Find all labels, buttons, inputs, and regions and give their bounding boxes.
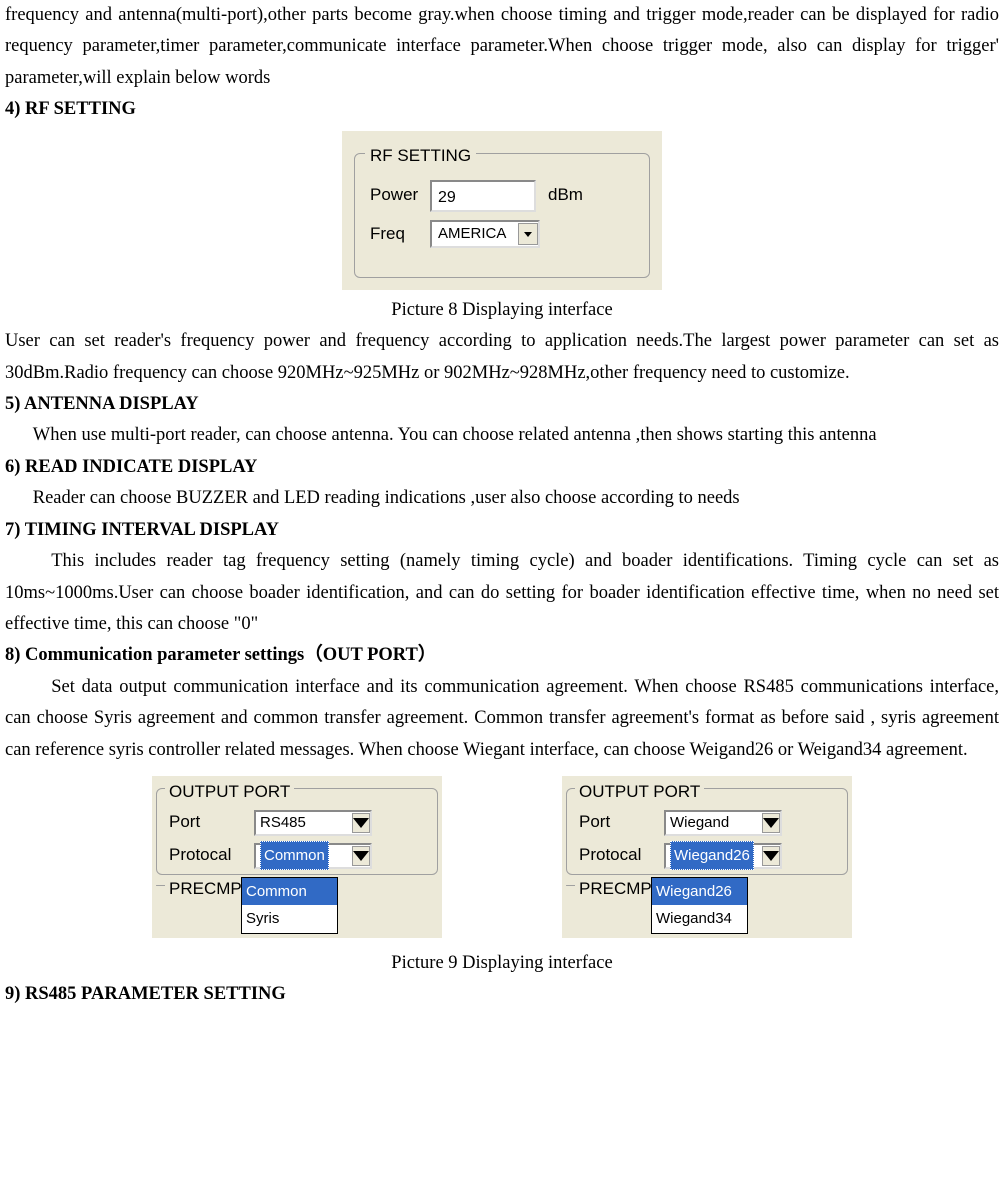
dropdown-arrow-icon[interactable] xyxy=(352,813,370,833)
port-value: Wiegand xyxy=(670,810,729,836)
read-indicate-body: Reader can choose BUZZER and LED reading… xyxy=(5,483,999,514)
groupbox-title: RF SETTING xyxy=(365,142,476,171)
protocol-combo[interactable]: Common xyxy=(254,843,372,869)
freq-combo[interactable]: AMERICA xyxy=(430,220,540,248)
figure-rf-setting: RF SETTING Power 29 dBm Freq AMERICA xyxy=(5,131,999,290)
protocol-dropdown-list[interactable]: Common Syris xyxy=(241,877,338,934)
dropdown-arrow-icon[interactable] xyxy=(762,846,780,866)
out-port-body: Set data output communication interface … xyxy=(5,672,999,766)
groupbox-output-port: OUTPUT PORT Port RS485 Protocal Common xyxy=(156,788,438,875)
port-label: Port xyxy=(579,808,664,837)
intro-text: frequency and antenna(multi-port),other … xyxy=(5,0,999,94)
protocol-value: Wiegand26 xyxy=(670,841,754,871)
precmp-label: PRECMP xyxy=(165,875,246,904)
dropdown-option[interactable]: Syris xyxy=(242,905,337,933)
figure-output-port-group: OUTPUT PORT Port RS485 Protocal Common P… xyxy=(5,776,999,938)
freq-label: Freq xyxy=(370,220,430,249)
antenna-display-body: When use multi-port reader, can choose a… xyxy=(5,420,999,451)
timing-interval-body: This includes reader tag frequency setti… xyxy=(5,546,999,640)
figure-8-caption: Picture 8 Displaying interface xyxy=(5,295,999,326)
precmp-label: PRECMP xyxy=(575,875,656,904)
port-combo[interactable]: RS485 xyxy=(254,810,372,836)
protocol-label: Protocal xyxy=(579,841,664,870)
port-label: Port xyxy=(169,808,254,837)
groupbox-output-port: OUTPUT PORT Port Wiegand Protocal Wiegan… xyxy=(566,788,848,875)
dropdown-option[interactable]: Wiegand34 xyxy=(652,905,747,933)
dropdown-arrow-icon[interactable] xyxy=(762,813,780,833)
figure-output-port-wiegand: OUTPUT PORT Port Wiegand Protocal Wiegan… xyxy=(562,776,852,938)
power-unit: dBm xyxy=(548,181,583,210)
groupbox-title: OUTPUT PORT xyxy=(165,778,294,807)
heading-rs485-parameter: 9) RS485 PARAMETER SETTING xyxy=(5,979,999,1010)
groupbox-precmp: PRECMP xyxy=(156,885,231,886)
protocol-combo[interactable]: Wiegand26 xyxy=(664,843,782,869)
dropdown-option[interactable]: Wiegand26 xyxy=(652,878,747,906)
groupbox-rf-setting: RF SETTING Power 29 dBm Freq AMERICA xyxy=(354,153,650,278)
figure-output-port-rs485: OUTPUT PORT Port RS485 Protocal Common P… xyxy=(152,776,442,938)
groupbox-title: OUTPUT PORT xyxy=(575,778,704,807)
heading-out-port: 8) Communication parameter settings（OUT … xyxy=(5,640,999,671)
port-combo[interactable]: Wiegand xyxy=(664,810,782,836)
heading-timing-interval: 7) TIMING INTERVAL DISPLAY xyxy=(5,515,999,546)
power-input[interactable]: 29 xyxy=(430,180,536,212)
groupbox-precmp: PRECMP xyxy=(566,885,641,886)
heading-read-indicate: 6) READ INDICATE DISPLAY xyxy=(5,452,999,483)
heading-rf-setting: 4) RF SETTING xyxy=(5,94,999,125)
freq-value: AMERICA xyxy=(438,221,506,247)
heading-antenna-display: 5) ANTENNA DISPLAY xyxy=(5,389,999,420)
port-value: RS485 xyxy=(260,810,306,836)
protocol-dropdown-list[interactable]: Wiegand26 Wiegand34 xyxy=(651,877,748,934)
figure-9-caption: Picture 9 Displaying interface xyxy=(5,948,999,979)
protocol-label: Protocal xyxy=(169,841,254,870)
dropdown-arrow-icon[interactable] xyxy=(352,846,370,866)
dropdown-arrow-icon[interactable] xyxy=(518,223,538,245)
power-label: Power xyxy=(370,181,430,210)
protocol-value: Common xyxy=(260,841,329,871)
rf-setting-body: User can set reader's frequency power an… xyxy=(5,326,999,389)
dropdown-option[interactable]: Common xyxy=(242,878,337,906)
